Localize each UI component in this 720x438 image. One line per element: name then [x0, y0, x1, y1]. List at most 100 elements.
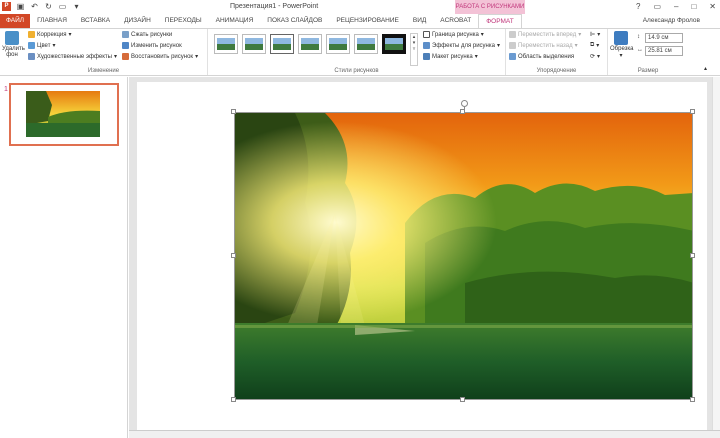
ribbon-tabs: ФАЙЛ ГЛАВНАЯ ВСТАВКА ДИЗАЙН ПЕРЕХОДЫ АНИ…	[0, 14, 720, 28]
color-button[interactable]: Цвет ▾	[28, 42, 55, 49]
send-backward-icon	[509, 42, 516, 49]
picture-border-icon	[423, 31, 430, 38]
tab-slideshow[interactable]: ПОКАЗ СЛАЙДОВ	[260, 14, 329, 28]
arrange-group: Переместить вперед ▾ Переместить назад ▾ О…	[506, 29, 608, 75]
rotate-icon: ⟳	[590, 54, 596, 60]
help-icon[interactable]: ?	[636, 2, 640, 11]
maximize-icon[interactable]: □	[691, 2, 696, 11]
contextual-tab-header: РАБОТА С РИСУНКАМИ	[455, 0, 525, 14]
minimize-icon[interactable]: –	[674, 2, 678, 11]
reset-picture-button[interactable]: Восстановить рисунок ▾	[122, 53, 198, 60]
picture-style-7[interactable]	[382, 34, 406, 54]
size-group: Обрезка ▾ ↕ 14.9 см ↔ 25.81 см Размер	[608, 29, 688, 75]
selection-pane-button[interactable]: Область выделения	[509, 53, 574, 60]
resize-handle-bottom-left[interactable]	[231, 397, 236, 402]
picture-style-4[interactable]	[298, 34, 322, 54]
change-picture-button[interactable]: Изменить рисунок	[122, 42, 182, 49]
resize-handle-right[interactable]	[690, 253, 695, 258]
arrange-group-label: Упорядочение	[536, 68, 577, 74]
rotate-button[interactable]: ⟳ ▾	[590, 53, 600, 60]
picture-effects-button[interactable]: Эффекты для рисунка ▾	[423, 42, 500, 49]
ribbon-display-icon[interactable]: ▭	[653, 2, 661, 11]
height-field[interactable]: 14.9 см	[645, 33, 683, 43]
rotation-handle[interactable]	[461, 100, 468, 107]
collapse-ribbon-icon[interactable]: ▴	[704, 65, 707, 72]
reset-picture-icon	[122, 53, 129, 60]
picture-style-6[interactable]	[354, 34, 378, 54]
picture-layout-icon	[423, 53, 430, 60]
picture-layout-button[interactable]: Макет рисунка ▾	[423, 53, 478, 60]
change-picture-icon	[122, 42, 129, 49]
user-name[interactable]: Александр Фролов	[643, 17, 700, 24]
align-button[interactable]: ⊫ ▾	[590, 31, 600, 38]
crop-icon	[614, 31, 628, 45]
compress-pictures-button[interactable]: Сжать рисунки	[122, 31, 172, 38]
tab-transitions[interactable]: ПЕРЕХОДЫ	[158, 14, 209, 28]
artistic-effects-icon	[28, 53, 35, 60]
tab-format[interactable]: ФОРМАТ	[478, 14, 522, 28]
quick-access-toolbar: P ▣ ↶ ↻ ▭ ▾	[2, 2, 81, 11]
picture-style-5[interactable]	[326, 34, 350, 54]
window-controls: ? ▭ – □ ✕	[636, 2, 716, 11]
gallery-more-button[interactable]: ▴ ▾ ▿	[410, 33, 418, 66]
tab-home[interactable]: ГЛАВНАЯ	[30, 14, 74, 28]
width-icon: ↔	[637, 47, 643, 53]
resize-handle-top[interactable]	[460, 109, 465, 114]
slide-number: 1	[4, 86, 8, 93]
tab-view[interactable]: ВИД	[406, 14, 433, 28]
horizontal-scrollbar[interactable]	[129, 430, 720, 438]
picture-styles-label: Стили рисунков	[334, 68, 379, 74]
selection-pane-icon	[509, 53, 516, 60]
picture-styles-gallery	[214, 34, 406, 54]
undo-icon[interactable]: ↶	[30, 2, 39, 11]
height-icon: ↕	[637, 34, 640, 40]
slide-thumbnail[interactable]	[9, 83, 119, 146]
picture-border-button[interactable]: Граница рисунка ▾	[423, 31, 484, 38]
picture-style-2[interactable]	[242, 34, 266, 54]
ribbon: Удалить фон Коррекция ▾ Цвет ▾ Художествен…	[0, 28, 720, 76]
remove-background-icon	[5, 31, 19, 45]
remove-background-button[interactable]: Удалить фон	[2, 31, 25, 58]
redo-icon[interactable]: ↻	[44, 2, 53, 11]
crop-button[interactable]: Обрезка ▾	[610, 31, 634, 59]
tab-file[interactable]: ФАЙЛ	[0, 14, 31, 28]
bring-forward-button[interactable]: Переместить вперед ▾	[509, 31, 581, 38]
color-icon	[28, 42, 35, 49]
tab-insert[interactable]: ВСТАВКА	[74, 14, 117, 28]
compress-icon	[122, 31, 129, 38]
send-backward-button[interactable]: Переместить назад ▾	[509, 42, 578, 49]
customize-toolbar-icon[interactable]: ▾	[72, 2, 81, 11]
adjust-group-label: Изменение	[87, 68, 120, 74]
tab-animations[interactable]: АНИМАЦИЯ	[209, 14, 261, 28]
artistic-effects-button[interactable]: Художественные эффекты ▾	[28, 53, 117, 60]
resize-handle-top-left[interactable]	[231, 109, 236, 114]
vertical-scrollbar[interactable]	[712, 77, 720, 430]
window-title: Презентация1 - PowerPoint	[230, 3, 319, 10]
picture-style-3[interactable]	[270, 34, 294, 54]
picture-effects-icon	[423, 42, 430, 49]
tab-review[interactable]: РЕЦЕНЗИРОВАНИЕ	[329, 14, 406, 28]
selected-picture[interactable]	[234, 112, 693, 400]
size-group-label: Размер	[637, 68, 659, 74]
bring-forward-icon	[509, 31, 516, 38]
close-icon[interactable]: ✕	[709, 2, 716, 11]
group-button[interactable]: ⧉ ▾	[590, 42, 599, 49]
resize-handle-bottom[interactable]	[460, 397, 465, 402]
resize-handle-top-right[interactable]	[690, 109, 695, 114]
forest-river-sunset-image	[235, 113, 692, 399]
save-icon[interactable]: ▣	[16, 2, 25, 11]
align-icon: ⊫	[590, 32, 596, 38]
picture-style-1[interactable]	[214, 34, 238, 54]
group-icon: ⧉	[590, 42, 595, 48]
tab-acrobat[interactable]: ACROBAT	[433, 14, 478, 28]
resize-handle-bottom-right[interactable]	[690, 397, 695, 402]
adjust-group: Удалить фон Коррекция ▾ Цвет ▾ Художествен…	[0, 29, 208, 75]
start-slideshow-icon[interactable]: ▭	[58, 2, 67, 11]
title-bar: P ▣ ↶ ↻ ▭ ▾ Презентация1 - PowerPoint РА…	[0, 0, 720, 14]
corrections-icon	[28, 31, 35, 38]
resize-handle-left[interactable]	[231, 253, 236, 258]
width-field[interactable]: 25.81 см	[645, 46, 683, 56]
powerpoint-app-icon[interactable]: P	[2, 2, 11, 11]
corrections-button[interactable]: Коррекция ▾	[28, 31, 72, 38]
tab-design[interactable]: ДИЗАЙН	[117, 14, 158, 28]
